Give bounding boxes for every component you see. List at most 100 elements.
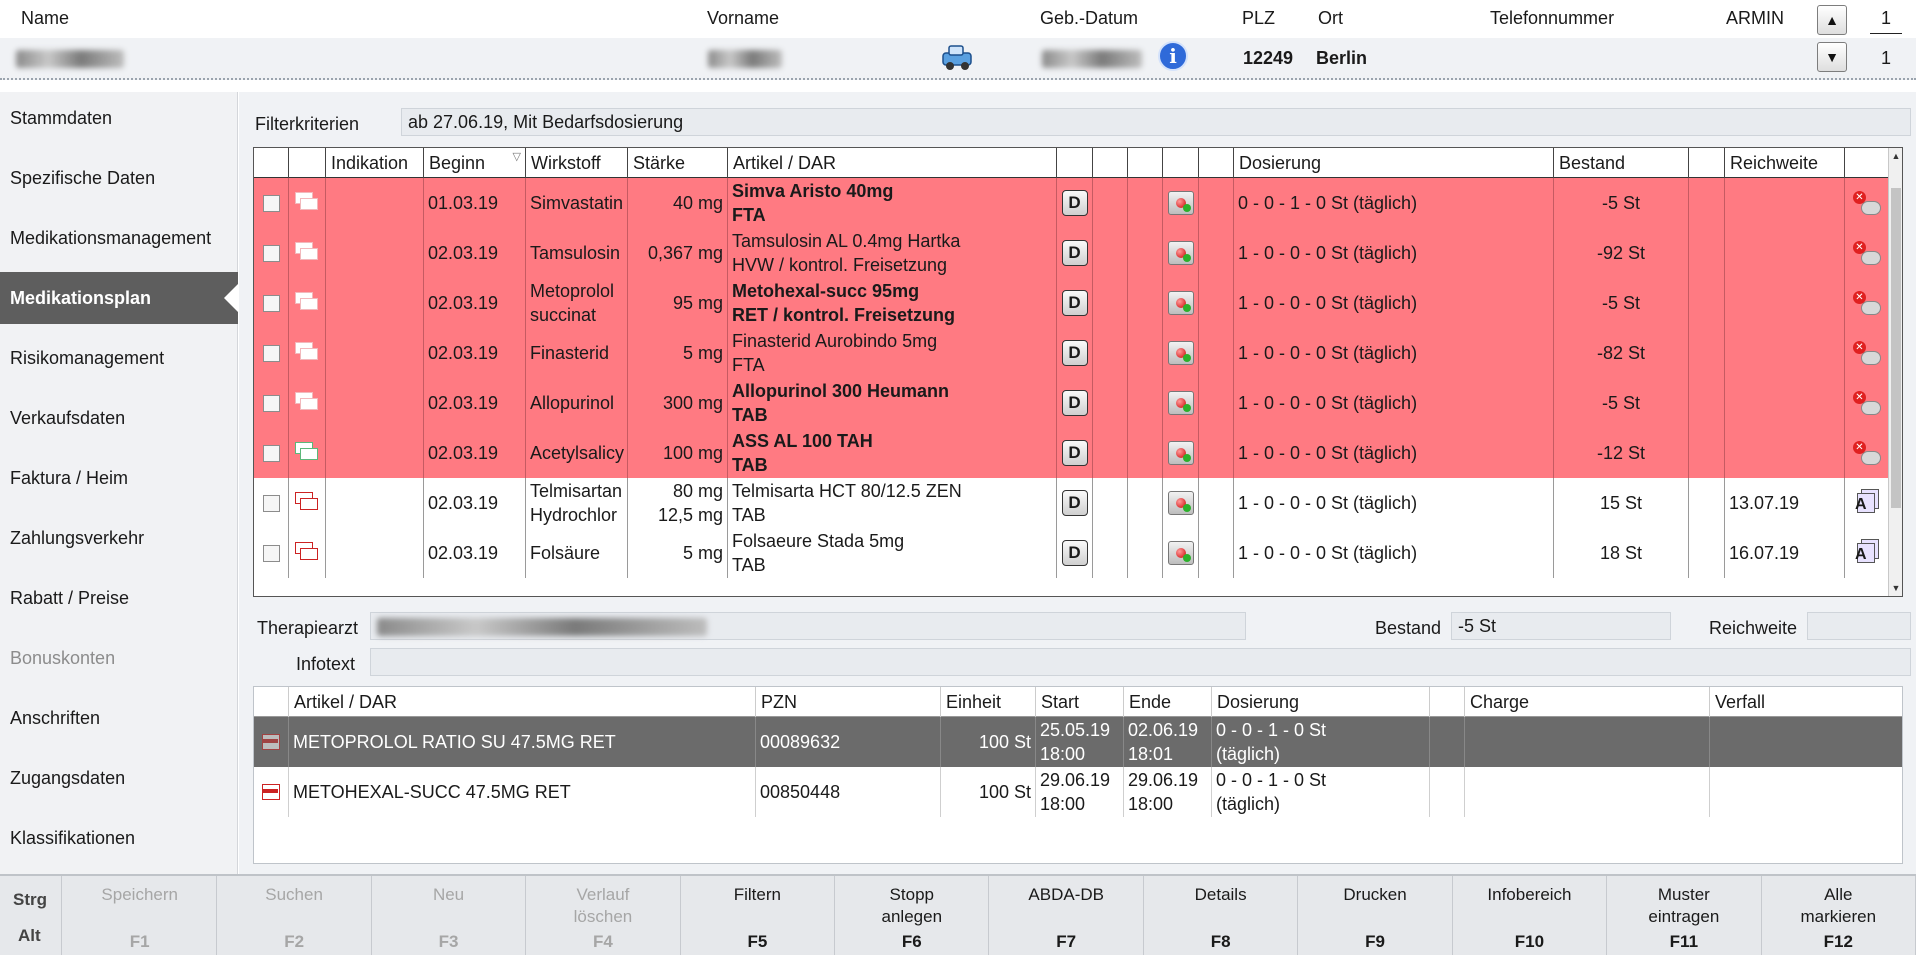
delivery-car-icon[interactable]	[940, 41, 974, 73]
abda-document-icon[interactable]: A	[1853, 489, 1881, 517]
col2-artikel[interactable]: Artikel / DAR	[289, 687, 756, 717]
cell-check[interactable]	[254, 278, 289, 328]
record-down-button[interactable]: ▼	[1817, 42, 1847, 72]
cell-d[interactable]: D	[1057, 278, 1093, 328]
medication-row[interactable]: 02.03.19 Allopurinol 300 mg Allopurinol 300…	[254, 378, 1890, 428]
medication-row[interactable]: 02.03.19 Metoprolol succinat 95 mg Metohexal…	[254, 278, 1890, 328]
detail-d-button[interactable]: D	[1061, 190, 1088, 216]
cell-action[interactable]: ✕	[1845, 428, 1890, 478]
sidebar-item-stammdaten[interactable]: Stammdaten	[0, 92, 238, 144]
col2-start[interactable]: Start	[1036, 687, 1124, 717]
medication-row[interactable]: 02.03.19 Finasterid 5 mg Finasterid Aurobin…	[254, 328, 1890, 378]
fkey-f5-button[interactable]: Filtern F5	[681, 876, 836, 955]
cell-action[interactable]: ✕	[1845, 228, 1890, 278]
filter-field[interactable]: ab 27.06.19, Mit Bedarfsdosierung	[401, 108, 1911, 136]
row-checkbox[interactable]	[262, 294, 280, 312]
fkey-f6-button[interactable]: Stopp anlegen F6	[835, 876, 990, 955]
fkey-f11-button[interactable]: Muster eintragen F11	[1607, 876, 1762, 955]
col-blank2[interactable]	[1128, 148, 1163, 178]
cell-status[interactable]	[1163, 278, 1199, 328]
cell-status[interactable]	[1163, 228, 1199, 278]
row-checkbox[interactable]	[262, 394, 280, 412]
article-row[interactable]: METOHEXAL-SUCC 47.5MG RET 00850448 100 St 2…	[254, 767, 1902, 817]
stop-hand-icon[interactable]: ✕	[1853, 291, 1881, 315]
cell-check[interactable]	[254, 378, 289, 428]
sidebar-item-faktura-heim[interactable]: Faktura / Heim	[0, 452, 238, 504]
row-checkbox[interactable]	[262, 444, 280, 462]
info-icon[interactable]: i	[1158, 41, 1188, 71]
cell-status[interactable]	[1163, 378, 1199, 428]
cell-action[interactable]: A	[1845, 478, 1890, 528]
cell-status[interactable]	[1163, 478, 1199, 528]
cell-action[interactable]: ✕	[1845, 278, 1890, 328]
fkey-f12-button[interactable]: Alle markieren F12	[1762, 876, 1916, 955]
sidebar-item-medikationsplan[interactable]: Medikationsplan	[0, 272, 238, 324]
cell-action[interactable]: ✕	[1845, 328, 1890, 378]
col-artikel[interactable]: Artikel / DAR	[728, 148, 1057, 178]
col-indikation[interactable]: Indikation	[326, 148, 424, 178]
medication-row[interactable]: 02.03.19 Tamsulosin 0,367 mg Tamsulosin AL …	[254, 228, 1890, 278]
row-checkbox[interactable]	[262, 544, 280, 562]
col-action[interactable]	[1845, 148, 1890, 178]
col-status[interactable]	[1163, 148, 1199, 178]
sidebar-item-risikomanagement[interactable]: Risikomanagement	[0, 332, 238, 384]
medication-row[interactable]: 02.03.19 Acetylsalicy 100 mg ASS AL 100 TAH…	[254, 428, 1890, 478]
cell-check[interactable]	[254, 178, 289, 228]
scroll-down-icon[interactable]: ▼	[1889, 580, 1902, 596]
col-wirkstoff[interactable]: Wirkstoff	[526, 148, 628, 178]
cell-d[interactable]: D	[1057, 178, 1093, 228]
col-staerke[interactable]: Stärke	[628, 148, 728, 178]
detail-d-button[interactable]: D	[1061, 390, 1088, 416]
sidebar-item-zugangsdaten[interactable]: Zugangsdaten	[0, 752, 238, 804]
therapiearzt-field[interactable]	[370, 612, 1246, 640]
cell-status[interactable]	[1163, 428, 1199, 478]
status-light-icon[interactable]	[1167, 491, 1194, 515]
sidebar-item-anschriften[interactable]: Anschriften	[0, 692, 238, 744]
fkey-f8-button[interactable]: Details F8	[1144, 876, 1299, 955]
cell-d[interactable]: D	[1057, 478, 1093, 528]
col2-blank[interactable]	[1430, 687, 1465, 717]
col-blank4[interactable]	[1689, 148, 1725, 178]
col-reichweite[interactable]: Reichweite	[1725, 148, 1845, 178]
cell-d[interactable]: D	[1057, 378, 1093, 428]
article-row[interactable]: METOPROLOL RATIO SU 47.5MG RET 00089632 10…	[254, 717, 1902, 767]
status-light-icon[interactable]	[1167, 241, 1194, 265]
cell-check[interactable]	[254, 478, 289, 528]
stop-hand-icon[interactable]: ✕	[1853, 391, 1881, 415]
sidebar-item-klassifikationen[interactable]: Klassifikationen	[0, 812, 238, 864]
col2-pzn[interactable]: PZN	[756, 687, 941, 717]
cell-action[interactable]: A	[1845, 528, 1890, 578]
detail-d-button[interactable]: D	[1061, 540, 1088, 566]
detail-d-button[interactable]: D	[1061, 490, 1088, 516]
abda-document-icon[interactable]: A	[1853, 539, 1881, 567]
col2-verfall[interactable]: Verfall	[1710, 687, 1902, 717]
status-light-icon[interactable]	[1167, 541, 1194, 565]
col-dosierung[interactable]: Dosierung	[1234, 148, 1554, 178]
cell-action[interactable]: ✕	[1845, 178, 1890, 228]
fkey-f7-button[interactable]: ABDA-DB F7	[990, 876, 1144, 955]
cell-status[interactable]	[1163, 528, 1199, 578]
col-d[interactable]	[1057, 148, 1093, 178]
col2-einheit[interactable]: Einheit	[941, 687, 1036, 717]
detail-d-button[interactable]: D	[1061, 290, 1088, 316]
cell-check[interactable]	[254, 328, 289, 378]
sidebar-item-verkaufsdaten[interactable]: Verkaufsdaten	[0, 392, 238, 444]
sidebar-item-rabatt-preise[interactable]: Rabatt / Preise	[0, 572, 238, 624]
medication-row[interactable]: 02.03.19 Folsäure 5 mg Folsaeure Stada 5mg T…	[254, 528, 1890, 578]
col-type[interactable]	[289, 148, 326, 178]
cell-action[interactable]: ✕	[1845, 378, 1890, 428]
stop-hand-icon[interactable]: ✕	[1853, 241, 1881, 265]
row-checkbox[interactable]	[262, 244, 280, 262]
sidebar-item-zahlungsverkehr[interactable]: Zahlungsverkehr	[0, 512, 238, 564]
col-beginn[interactable]: Beginn ▽	[424, 148, 526, 178]
status-light-icon[interactable]	[1167, 341, 1194, 365]
cell-d[interactable]: D	[1057, 528, 1093, 578]
bestand-field[interactable]: -5 St	[1451, 612, 1671, 640]
col2-dosierung[interactable]: Dosierung	[1212, 687, 1430, 717]
status-light-icon[interactable]	[1167, 441, 1194, 465]
row-checkbox[interactable]	[262, 494, 280, 512]
reichweite-field[interactable]	[1807, 612, 1911, 640]
fkey-f10-button[interactable]: Infobereich F10	[1453, 876, 1608, 955]
cell-check[interactable]	[254, 228, 289, 278]
cell-status[interactable]	[1163, 178, 1199, 228]
